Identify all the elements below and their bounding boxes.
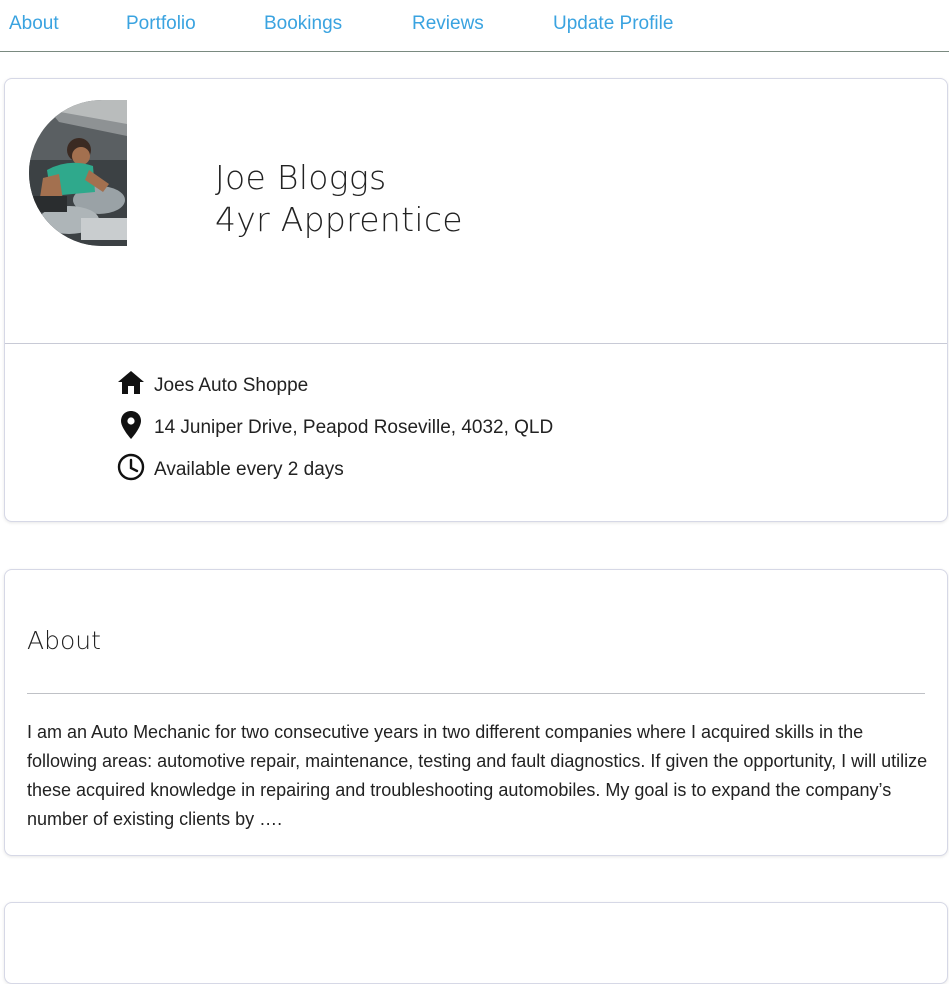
clock-icon bbox=[117, 453, 145, 481]
nav-link-update-profile[interactable]: Update Profile bbox=[553, 13, 673, 35]
about-title: About bbox=[27, 626, 101, 655]
workplace-text: Joes Auto Shoppe bbox=[154, 375, 309, 396]
availability-text: Available every 2 days bbox=[154, 459, 344, 480]
profile-card: Joe Bloggs 4yr Apprentice Joes Auto Shop… bbox=[4, 78, 948, 522]
mechanic-photo bbox=[29, 100, 127, 246]
nav-link-bookings[interactable]: Bookings bbox=[264, 13, 342, 35]
about-card: About I am an Auto Mechanic for two cons… bbox=[4, 569, 948, 856]
profile-name: Joe Bloggs bbox=[215, 158, 387, 197]
profile-role: 4yr Apprentice bbox=[215, 200, 463, 239]
avatar bbox=[29, 100, 127, 246]
nav-link-reviews[interactable]: Reviews bbox=[412, 13, 484, 35]
next-card bbox=[4, 902, 948, 984]
address-text: 14 Juniper Drive, Peapod Roseville, 4032… bbox=[154, 417, 554, 438]
location-pin-icon bbox=[121, 411, 141, 439]
profile-divider bbox=[5, 343, 947, 344]
about-divider bbox=[27, 693, 925, 694]
nav-link-portfolio[interactable]: Portfolio bbox=[126, 13, 196, 35]
home-icon bbox=[118, 371, 144, 394]
about-body: I am an Auto Mechanic for two consecutiv… bbox=[27, 722, 928, 829]
nav-link-about[interactable]: About bbox=[9, 13, 59, 35]
top-nav: About Portfolio Bookings Reviews Update … bbox=[0, 0, 949, 52]
